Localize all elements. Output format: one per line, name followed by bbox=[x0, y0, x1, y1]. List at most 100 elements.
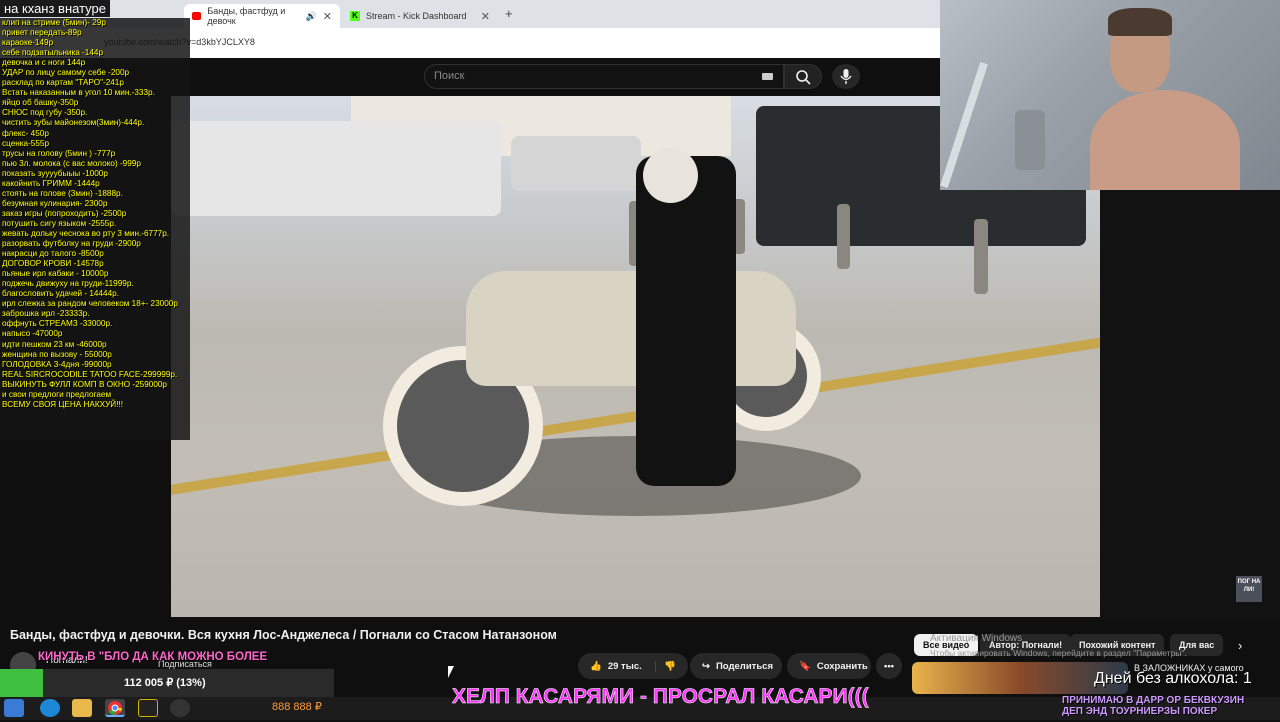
price-list-item: пьяные ирл кабаки - 10000р bbox=[2, 269, 109, 279]
app-icon[interactable] bbox=[138, 699, 158, 717]
video-scene-car bbox=[511, 136, 641, 191]
price-list-item: сценка-555р bbox=[2, 138, 50, 148]
youtube-favicon-icon bbox=[192, 12, 202, 20]
price-list-item: пью 3л. молока (с вас молоко) -999р bbox=[2, 158, 141, 168]
price-list-item: благословить удачей - 14444р. bbox=[2, 289, 119, 299]
price-list-item: какойнить ГРИММ -1444р bbox=[2, 178, 100, 188]
windows-activation-watermark: Активация Windows bbox=[930, 633, 1023, 644]
price-list-item: девочка и с ноги 144р bbox=[2, 58, 86, 68]
price-list-item: клип на стриме (5мин)- 29р bbox=[2, 18, 106, 27]
price-list-item: караоке-149р bbox=[2, 38, 54, 48]
price-list-item: оффнуть СТРЕАМЗ -33000р. bbox=[2, 319, 113, 329]
price-list-item: накрасци до талого -8500р bbox=[2, 249, 104, 259]
obs-icon[interactable] bbox=[170, 699, 190, 717]
price-list-item: УДАР по лицу самому себе -200р bbox=[2, 68, 130, 78]
share-icon: ↪ bbox=[702, 660, 710, 672]
webcam-mic bbox=[1015, 110, 1045, 170]
price-list-item: расклад по картам "ТАРО"-241р bbox=[2, 78, 124, 88]
save-label: Сохранить bbox=[816, 660, 868, 672]
donation-goal-fill bbox=[0, 669, 44, 697]
price-list-item: REAL SIRCROCODILE TATOO FACE-299999р. bbox=[2, 369, 178, 379]
price-list-item: ВСЕМУ СВОЯ ЦЕНА НАКХУЙ!!! bbox=[2, 399, 124, 409]
like-count: 29 тыс. bbox=[607, 660, 642, 672]
start-menu-icon[interactable] bbox=[4, 699, 24, 717]
price-list-item: ВЫКИНУТЬ ФУЛЛ КОМП В ОКНО -259000р bbox=[2, 379, 167, 389]
price-list-item: Встать наказанным в угол 10 мин.-333р. bbox=[2, 88, 155, 98]
price-list-item: себе подзатыльника -144р bbox=[2, 48, 103, 58]
webcam-person-hair bbox=[1108, 8, 1172, 36]
channel-watermark-logo: ПОГ НА ЛИ! bbox=[1236, 576, 1262, 602]
search-placeholder: Поиск bbox=[434, 70, 465, 82]
edge-browser-icon[interactable] bbox=[40, 699, 60, 717]
chevron-right-icon[interactable]: › bbox=[1238, 638, 1242, 653]
keyboard-icon[interactable] bbox=[762, 73, 773, 80]
donation-message: КИНУТЬ В "БЛО ДА КАК МОЖНО БОЛЕЕ bbox=[38, 651, 268, 663]
webcam-person-body bbox=[1090, 90, 1240, 190]
right-panel bbox=[1100, 190, 1280, 620]
price-list-item: идти пешком 23 км -46000р bbox=[2, 339, 107, 349]
price-list-item: напысо -47000р bbox=[2, 329, 63, 339]
thumbs-up-icon[interactable]: 👍 bbox=[590, 661, 602, 672]
chrome-browser-icon[interactable] bbox=[105, 699, 125, 717]
like-dislike-group[interactable]: 👍 29 тыс. 👎 bbox=[578, 653, 688, 679]
price-list-item: жевать дольку чеснока во рту 3 мин.-6777… bbox=[2, 228, 170, 238]
price-list-item: женщина по вызову - 55000р bbox=[2, 349, 112, 359]
promo-line-1: ПРИНИМАЮ В ДАРР ОР БЕКВКУЗИН bbox=[1062, 695, 1245, 706]
price-list-item: заброшка ирл -23333р. bbox=[2, 309, 90, 319]
video-scene-rider-head bbox=[643, 148, 698, 203]
search-icon bbox=[796, 70, 811, 85]
more-actions-button[interactable]: ••• bbox=[876, 653, 902, 679]
webcam-feed bbox=[940, 0, 1280, 190]
mouse-cursor bbox=[448, 666, 454, 678]
price-list-item: яйцо об башку-350р bbox=[2, 98, 79, 108]
more-icon: ••• bbox=[884, 660, 894, 672]
kick-favicon-icon: K bbox=[350, 11, 360, 21]
search-input[interactable] bbox=[424, 64, 784, 89]
new-tab-button[interactable]: + bbox=[505, 6, 513, 21]
price-list-item: безумная кулинария- 2300р bbox=[2, 198, 108, 208]
sober-days-counter: Дней без алкохола: 1 bbox=[1094, 670, 1252, 687]
price-list-item: флекс- 450р bbox=[2, 128, 49, 138]
speaker-icon[interactable]: 🔊 bbox=[306, 11, 317, 22]
voice-search-button[interactable] bbox=[832, 64, 860, 89]
tab-kick-label: Stream - Kick Dashboard bbox=[366, 11, 467, 21]
tab-kick[interactable]: K Stream - Kick Dashboard ✕ bbox=[342, 4, 498, 28]
stream-ticker: ХЕЛП КАСАРЯМИ - ПРОСРАЛ КАСАРИ((( bbox=[452, 685, 869, 709]
promo-line-2: ДЕП ЭНД ТОУРНИЕРЗЫ ПОКЕР bbox=[1062, 706, 1218, 717]
video-scene-bollard bbox=[974, 219, 988, 294]
search-button[interactable] bbox=[784, 64, 822, 89]
video-title: Банды, фастфуд и девочки. Вся кухня Лос-… bbox=[10, 628, 557, 642]
close-tab-icon[interactable]: ✕ bbox=[323, 10, 332, 23]
video-scene-bollard bbox=[837, 204, 850, 269]
video-scene-motorcycle bbox=[466, 271, 796, 386]
price-list-item: заказ игры (попроходить) -2500р bbox=[2, 208, 127, 218]
tab-youtube-label: Банды, фастфуд и девочк bbox=[207, 6, 286, 26]
price-list-item: разорвать футболку на груди -2900р bbox=[2, 239, 141, 249]
price-list-item: чистить зубы майонезом(3мин)-444р. bbox=[2, 118, 145, 128]
share-button[interactable]: ↪ Поделиться bbox=[690, 653, 782, 679]
donation-goal-text: 112 005 ₽ (13%) bbox=[124, 677, 206, 689]
share-label: Поделиться bbox=[715, 660, 773, 672]
price-list-item: потушить сигу языком -2555р. bbox=[2, 218, 117, 228]
price-list-item: и свои предлоги предлогаем bbox=[2, 389, 112, 399]
price-list-item: трусы на голову (5мин ) -777р bbox=[2, 148, 116, 158]
price-list-item: поджечь движуху на груди-11999р. bbox=[2, 279, 134, 289]
tab-youtube[interactable]: Банды, фастфуд и девочк 🔊 ✕ bbox=[184, 4, 340, 28]
thumbs-down-icon[interactable]: 👎 bbox=[655, 660, 676, 672]
webcam-mic-stand bbox=[940, 61, 988, 189]
windows-activation-subtext: Чтобы активировать Windows, перейдите в … bbox=[930, 648, 1187, 658]
video-scene-rider bbox=[636, 156, 736, 486]
stream-promo-text: ПРИНИМАЮ В ДАРР ОР БЕКВКУЗИН ДЕП ЭНД ТОУ… bbox=[1062, 695, 1244, 717]
microphone-icon bbox=[840, 69, 852, 84]
price-list-item: ДОГОВОР КРОВИ -14578р bbox=[2, 259, 104, 269]
close-tab-icon[interactable]: ✕ bbox=[481, 10, 490, 23]
price-list-item: СНЮС под губу -350р. bbox=[2, 108, 88, 118]
donation-price-list: клип на стриме (5мин)- 29р привет передат… bbox=[0, 18, 190, 440]
price-list-item: стоять на голове (3мин) -1888р. bbox=[2, 188, 123, 198]
taskbar-amount: 888 888 ₽ bbox=[272, 701, 322, 713]
save-button[interactable]: 🔖 Сохранить bbox=[787, 653, 871, 679]
video-scene-truck bbox=[171, 121, 501, 216]
chrome-logo-icon bbox=[108, 701, 123, 716]
file-explorer-icon[interactable] bbox=[72, 699, 92, 717]
price-list-item: ГОЛОДОВКА 3-4дня -99000р bbox=[2, 359, 112, 369]
